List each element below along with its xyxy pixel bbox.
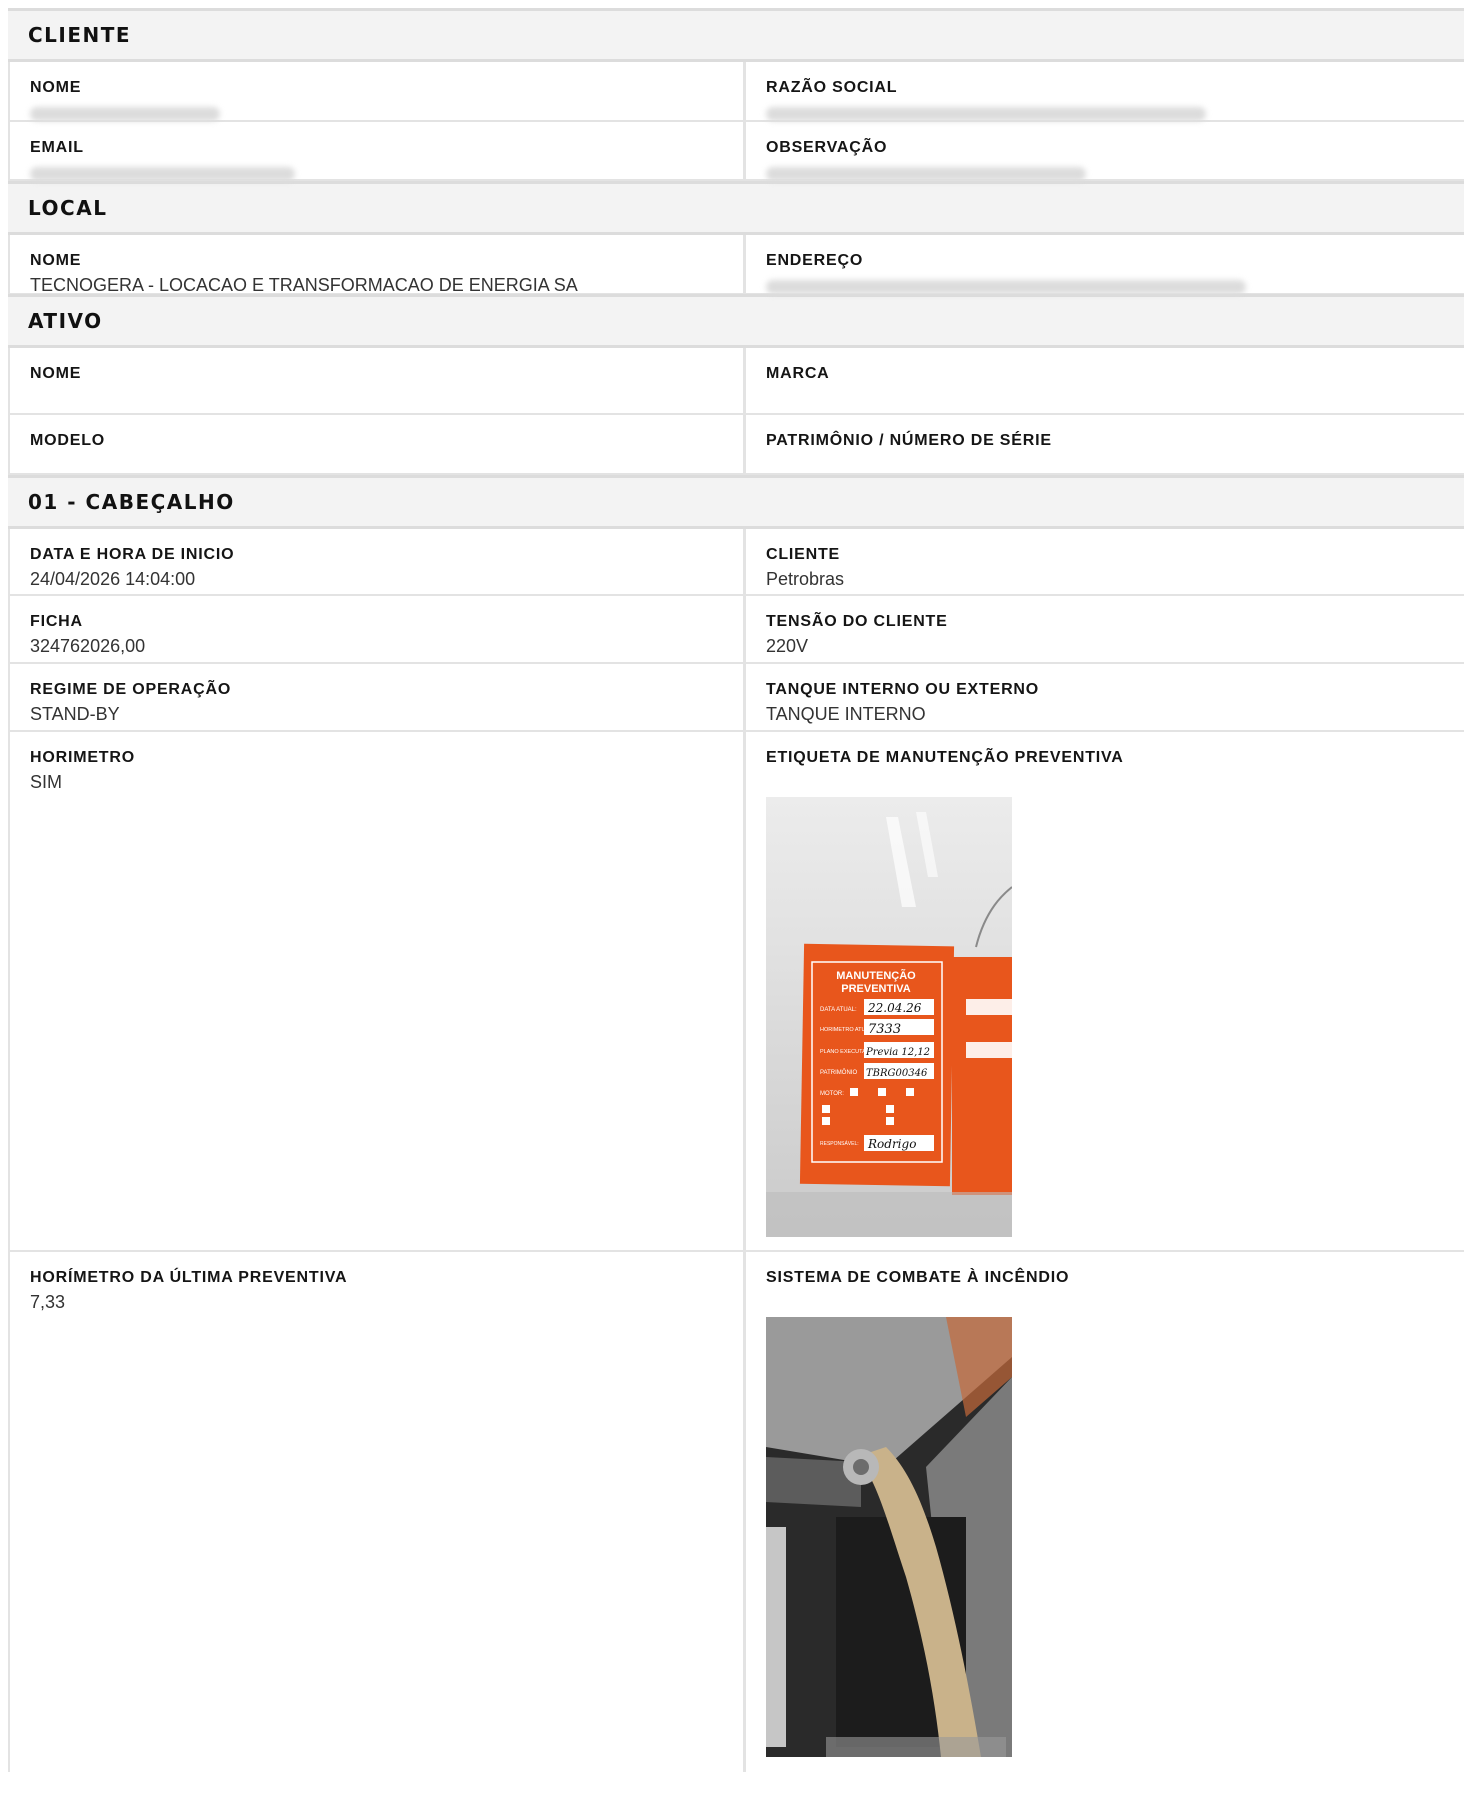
field-row: DATA E HORA DE INICIO 24/04/2026 14:04:0… xyxy=(8,529,1464,596)
field-row: NOME RAZÃO SOCIAL xyxy=(8,62,1464,122)
field-horimetro: HORIMETRO SIM xyxy=(10,732,743,1250)
field-data-inicio: DATA E HORA DE INICIO 24/04/2026 14:04:0… xyxy=(10,529,743,594)
field-value: 220V xyxy=(765,636,809,656)
photo-sistema-incendio[interactable] xyxy=(765,1317,1012,1757)
field-tensao: TENSÃO DO CLIENTE 220V xyxy=(742,596,1464,662)
label-data-atual: 22.04.26 xyxy=(867,1001,922,1015)
fire-system-image xyxy=(765,1317,1012,1757)
field-row: NOME TECNOGERA - LOCACAO E TRANSFORMACAO… xyxy=(8,235,1464,295)
field-label: FICHA xyxy=(30,613,83,630)
field-horimetro-ultima: HORÍMETRO DA ÚLTIMA PREVENTIVA 7,33 xyxy=(10,1252,743,1772)
field-local-nome: NOME TECNOGERA - LOCACAO E TRANSFORMACAO… xyxy=(10,235,743,295)
field-label: HORÍMETRO DA ÚLTIMA PREVENTIVA xyxy=(30,1269,348,1286)
field-label: HORIMETRO xyxy=(30,749,135,766)
photo-etiqueta-preventiva[interactable]: MANUTENÇÃO PREVENTIVA DATA ATUAL: HORIME… xyxy=(765,797,1012,1237)
redacted-value xyxy=(30,107,220,121)
report-page: CLIENTE NOME RAZÃO SOCIAL EMAIL OBSERVAÇ… xyxy=(8,8,1464,1772)
field-value: TANQUE INTERNO xyxy=(765,704,926,724)
field-label: TENSÃO DO CLIENTE xyxy=(765,613,948,630)
field-ativo-nome: NOME xyxy=(10,348,743,413)
field-value: STAND-BY xyxy=(30,704,120,724)
label-title-line2: PREVENTIVA xyxy=(841,983,911,995)
field-marca: MARCA xyxy=(742,348,1464,413)
field-value: 7,33 xyxy=(30,1292,66,1312)
section-title: CLIENTE xyxy=(28,23,132,47)
field-value: TECNOGERA - LOCACAO E TRANSFORMACAO DE E… xyxy=(30,275,578,295)
field-row: MODELO PATRIMÔNIO / NÚMERO DE SÉRIE xyxy=(8,415,1464,475)
section-header-local: LOCAL xyxy=(8,181,1464,235)
field-label: EMAIL xyxy=(30,139,84,156)
field-label: NOME xyxy=(30,79,82,96)
field-value: 24/04/2026 14:04:00 xyxy=(30,569,196,589)
label-patrimonio-label: PATRIMÔNIO xyxy=(820,1069,857,1076)
field-value: Petrobras xyxy=(765,569,845,589)
field-label: DATA E HORA DE INICIO xyxy=(30,546,235,563)
label-horimetro-label: HORIMETRO ATUAL xyxy=(820,1027,872,1033)
field-label: ETIQUETA DE MANUTENÇÃO PREVENTIVA xyxy=(765,749,1124,766)
field-endereco: ENDEREÇO xyxy=(742,235,1464,294)
redacted-value xyxy=(30,167,295,181)
field-label: NOME xyxy=(30,252,82,269)
maintenance-label-image: MANUTENÇÃO PREVENTIVA DATA ATUAL: HORIME… xyxy=(765,797,1012,1237)
field-label: NOME xyxy=(30,365,82,382)
field-value: SIM xyxy=(30,772,63,792)
field-label: RAZÃO SOCIAL xyxy=(765,79,898,96)
field-regime: REGIME DE OPERAÇÃO STAND-BY xyxy=(10,664,743,730)
field-row: HORIMETRO SIM ETIQUETA DE MANUTENÇÃO PRE… xyxy=(8,732,1464,1252)
section-title: 01 - CABEÇALHO xyxy=(28,490,235,514)
section-title: ATIVO xyxy=(28,309,103,333)
label-data-atual-label: DATA ATUAL: xyxy=(820,1007,857,1013)
field-row: NOME MARCA xyxy=(8,348,1464,415)
redacted-value xyxy=(765,280,1246,294)
redacted-value xyxy=(765,107,1206,121)
field-cliente: CLIENTE Petrobras xyxy=(742,529,1464,594)
field-observacao: OBSERVAÇÃO xyxy=(742,122,1464,181)
field-row: FICHA 324762026,00 TENSÃO DO CLIENTE 220… xyxy=(8,596,1464,664)
label-horimetro: 7333 xyxy=(868,1022,901,1037)
label-responsavel-label: RESPONSÁVEL: xyxy=(820,1140,859,1147)
label-patrimonio: TBRG00346 xyxy=(866,1068,928,1079)
label-title-line1: MANUTENÇÃO xyxy=(836,969,916,982)
field-modelo: MODELO xyxy=(10,415,743,473)
field-label: PATRIMÔNIO / NÚMERO DE SÉRIE xyxy=(765,432,1052,449)
label-motor-label: MOTOR: xyxy=(820,1091,844,1097)
field-label: REGIME DE OPERAÇÃO xyxy=(30,681,232,698)
label-responsavel: Rodrigo xyxy=(867,1137,916,1151)
section-title: LOCAL xyxy=(28,196,108,220)
field-etiqueta: ETIQUETA DE MANUTENÇÃO PREVENTIVA MANUTE… xyxy=(742,732,1464,1250)
field-tanque: TANQUE INTERNO OU EXTERNO TANQUE INTERNO xyxy=(742,664,1464,730)
field-label: CLIENTE xyxy=(765,546,841,563)
field-label: OBSERVAÇÃO xyxy=(765,139,888,156)
field-row: HORÍMETRO DA ÚLTIMA PREVENTIVA 7,33 SIST… xyxy=(8,1252,1464,1772)
section-header-cabecalho: 01 - CABEÇALHO xyxy=(8,475,1464,529)
field-ficha: FICHA 324762026,00 xyxy=(10,596,743,662)
field-value: 324762026,00 xyxy=(30,636,146,656)
field-email: EMAIL xyxy=(10,122,743,181)
field-row: EMAIL OBSERVAÇÃO xyxy=(8,122,1464,181)
field-label: MARCA xyxy=(765,365,830,382)
field-label: MODELO xyxy=(30,432,106,449)
field-label: ENDEREÇO xyxy=(765,252,864,269)
field-label: SISTEMA DE COMBATE À INCÊNDIO xyxy=(765,1269,1070,1286)
field-incendio: SISTEMA DE COMBATE À INCÊNDIO xyxy=(742,1252,1464,1772)
section-header-cliente: CLIENTE xyxy=(8,8,1464,62)
field-label: TANQUE INTERNO OU EXTERNO xyxy=(765,681,1040,698)
redacted-value xyxy=(765,167,1086,181)
field-cliente-nome: NOME xyxy=(10,62,743,121)
field-patrimonio: PATRIMÔNIO / NÚMERO DE SÉRIE xyxy=(742,415,1464,473)
field-row: REGIME DE OPERAÇÃO STAND-BY TANQUE INTER… xyxy=(8,664,1464,732)
section-header-ativo: ATIVO xyxy=(8,294,1464,348)
field-razao-social: RAZÃO SOCIAL xyxy=(742,62,1464,121)
label-plano: Previa 12,12 xyxy=(865,1047,930,1058)
